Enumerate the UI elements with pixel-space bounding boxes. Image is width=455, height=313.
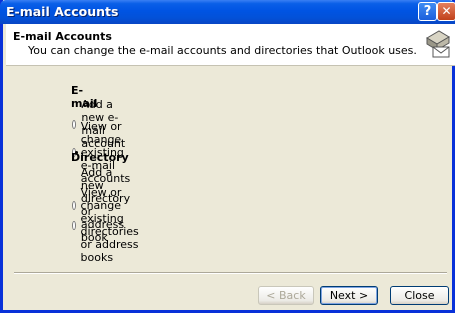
directory-group-label: Directory xyxy=(71,151,129,164)
email-accounts-dialog: E-mail Accounts ? ✕ E-mail Accounts You … xyxy=(0,0,455,313)
next-button[interactable]: Next > xyxy=(320,286,378,305)
button-separator xyxy=(14,272,447,274)
back-button[interactable]: < Back xyxy=(258,286,314,305)
title-bar[interactable]: E-mail Accounts ? ✕ xyxy=(0,0,455,24)
radio-label: View or change existing directories or a… xyxy=(80,186,139,264)
window-title: E-mail Accounts xyxy=(6,4,119,19)
close-button[interactable]: Close xyxy=(390,286,449,305)
close-window-button[interactable]: ✕ xyxy=(437,2,455,21)
help-button[interactable]: ? xyxy=(418,2,437,21)
wizard-header: E-mail Accounts You can change the e-mai… xyxy=(6,24,455,66)
radio-button[interactable] xyxy=(72,220,76,230)
mail-accounts-icon xyxy=(423,28,451,61)
radio-view-directories[interactable]: View or change existing directories or a… xyxy=(72,186,144,264)
header-subtitle: You can change the e-mail accounts and d… xyxy=(28,44,417,57)
header-title: E-mail Accounts xyxy=(13,30,112,43)
